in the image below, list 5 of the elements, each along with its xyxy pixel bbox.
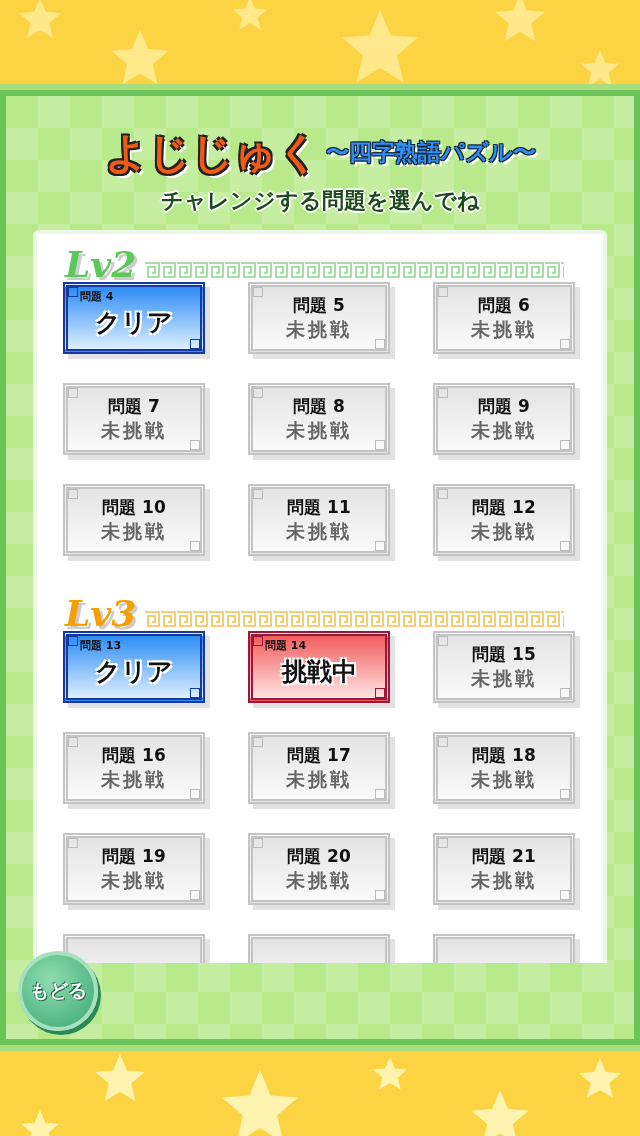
instruction-text: チャレンジする問題を選んでね — [160, 187, 480, 215]
level-heading: Lv2 — [65, 246, 137, 282]
game-logo: よじじゅく — [104, 132, 320, 174]
game-subtitle: 〜四字熟語パズル〜 — [325, 138, 536, 167]
level-heading: Lv3 — [65, 595, 137, 631]
